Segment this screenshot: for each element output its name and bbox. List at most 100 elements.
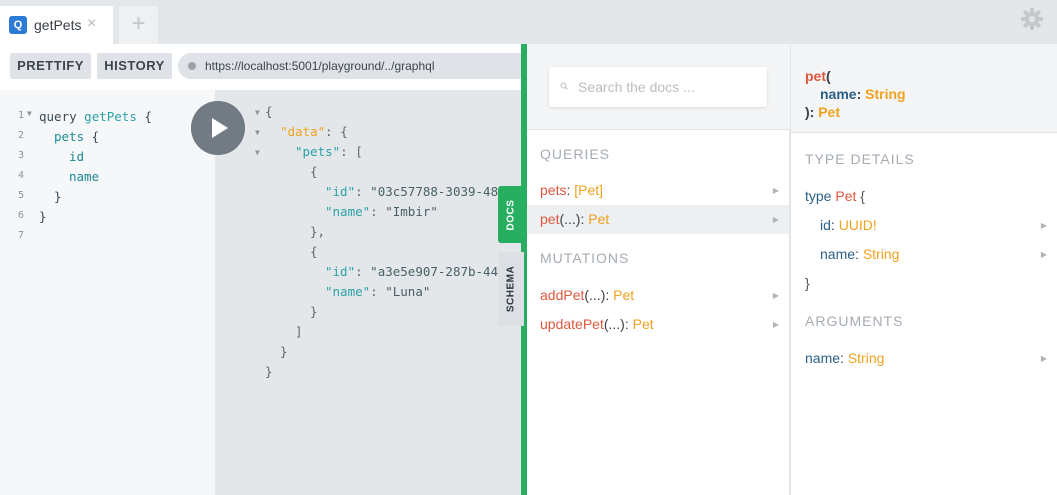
chevron-right-icon: ▶: [772, 291, 779, 300]
argument-item-name[interactable]: name: String ▶: [805, 344, 1057, 373]
field-signature: pet( name: String ): Pet: [791, 44, 1057, 133]
query-editor[interactable]: 1 ▼ query getPets { 2 pets { 3 id 4 name…: [0, 90, 215, 495]
editor-line: 3 id: [0, 147, 215, 167]
type-field-type[interactable]: String: [863, 246, 900, 262]
fold-arrow-icon[interactable]: ▼: [27, 109, 32, 118]
tab-title: getPets: [34, 17, 82, 33]
field-name: pet: [540, 211, 560, 227]
prettify-button[interactable]: PRETTIFY: [10, 53, 91, 79]
json-line: "data": {: [280, 122, 348, 142]
json-punct: : [: [340, 144, 363, 159]
json-line: "pets": [: [295, 142, 363, 162]
query-item-pet[interactable]: pet(...): Pet ▶: [527, 205, 789, 234]
query-item-pets[interactable]: pets: [Pet] ▶: [527, 176, 789, 205]
json-line: "name": "Imbir": [325, 202, 438, 222]
fold-arrow-icon[interactable]: ▼: [255, 148, 260, 157]
queries-title: QUERIES: [540, 146, 611, 162]
json-line: "name": "Luna": [325, 282, 430, 302]
id-value: "a3e5e907-287b-442: [370, 264, 506, 279]
id-value: "03c57788-3039-488: [370, 184, 506, 199]
type-name[interactable]: Pet: [835, 188, 856, 204]
field-type[interactable]: [Pet]: [574, 182, 603, 198]
docs-explorer: QUERIES pets: [Pet] ▶ pet(...): Pet ▶ MU…: [527, 44, 790, 495]
search-icon: [560, 82, 568, 90]
name-value: "Imbir": [385, 204, 438, 219]
docs-search-box[interactable]: [549, 67, 767, 107]
json-punct: :: [355, 184, 371, 199]
field-type[interactable]: Pet: [613, 287, 634, 303]
close-icon[interactable]: ×: [87, 15, 96, 33]
editor-line: 1 ▼ query getPets {: [0, 107, 215, 127]
type-field-type[interactable]: UUID!: [839, 217, 877, 233]
docs-search-area: [527, 44, 790, 130]
json-open: {: [265, 104, 273, 119]
id-key: "id": [325, 264, 356, 279]
line-number: 1: [17, 110, 24, 121]
json-punct: :: [355, 264, 371, 279]
line-number: 4: [17, 170, 24, 181]
chevron-right-icon: ▶: [772, 215, 779, 224]
result-viewer[interactable]: ▼ { ▼ "data": { ▼ "pets": [ { "id": "03c…: [215, 90, 523, 495]
close-brace: }: [39, 209, 47, 224]
name-value: "Luna": [385, 284, 431, 299]
play-icon[interactable]: [191, 101, 245, 155]
json-punct: :: [370, 204, 386, 219]
line-number: 3: [17, 150, 24, 161]
signature-arg-name: name: [820, 86, 857, 102]
close-brace: }: [54, 189, 62, 204]
tab-docs[interactable]: DOCS: [498, 186, 524, 243]
editor-line: 5 }: [0, 187, 215, 207]
field-detail-panel: pet( name: String ): Pet TYPE DETAILS ty…: [791, 44, 1057, 495]
new-tab-button[interactable]: +: [119, 6, 158, 44]
line-number: 2: [17, 130, 24, 141]
mutation-item-addpet[interactable]: addPet(...): Pet ▶: [527, 281, 789, 310]
field-args: (...): [603, 316, 625, 332]
open-brace: {: [144, 109, 152, 124]
json-line: "id": "a3e5e907-287b-442: [325, 262, 506, 282]
query-keyword: query: [39, 109, 77, 124]
type-close: }: [805, 275, 810, 291]
chevron-right-icon: ▶: [772, 186, 779, 195]
chevron-right-icon: ▶: [1040, 250, 1047, 259]
signature-field-name: pet: [805, 68, 826, 84]
type-field-id[interactable]: id: UUID! ▶: [805, 211, 1057, 240]
operation-name: getPets: [84, 109, 137, 124]
type-details-title: TYPE DETAILS: [805, 151, 915, 167]
type-keyword: type: [805, 188, 832, 204]
signature-arg-type[interactable]: String: [865, 86, 905, 102]
settings-gear-icon[interactable]: [1020, 7, 1044, 31]
json-close: },: [310, 224, 326, 239]
docs-search-input[interactable]: [578, 67, 758, 107]
tab-getpets[interactable]: Q getPets ×: [0, 6, 113, 44]
chevron-right-icon: ▶: [1040, 221, 1047, 230]
field-type[interactable]: Pet: [633, 316, 654, 332]
line-number: 6: [17, 210, 24, 221]
playground-root: Q getPets × + PRETTIFY HISTORY https://l…: [0, 0, 1057, 495]
field-name: pets: [540, 182, 567, 198]
endpoint-url-field[interactable]: https://localhost:5001/playground/../gra…: [178, 53, 523, 79]
json-open: {: [310, 244, 318, 259]
json-close: }: [280, 344, 288, 359]
mutation-item-updatepet[interactable]: updatePet(...): Pet ▶: [527, 310, 789, 339]
name-field: name: [69, 169, 100, 184]
fold-arrow-icon[interactable]: ▼: [255, 108, 260, 117]
editor-toolbar: PRETTIFY HISTORY https://localhost:5001/…: [0, 44, 523, 90]
field-type[interactable]: Pet: [588, 211, 609, 227]
data-key: "data": [280, 124, 326, 139]
argument-type[interactable]: String: [848, 350, 885, 366]
json-close: }: [265, 364, 273, 379]
type-field-name[interactable]: name: String ▶: [805, 240, 1057, 269]
chevron-right-icon: ▶: [1040, 354, 1047, 363]
id-field: id: [69, 149, 85, 164]
type-field-name: name: [820, 246, 856, 262]
signature-return-type[interactable]: Pet: [818, 104, 840, 120]
history-button[interactable]: HISTORY: [97, 53, 172, 79]
tab-schema[interactable]: SCHEMA: [498, 252, 524, 326]
schema-tab-label: SCHEMA: [505, 265, 517, 313]
mutations-title: MUTATIONS: [540, 250, 630, 266]
fold-arrow-icon[interactable]: ▼: [255, 128, 260, 137]
name-key: "name": [325, 204, 371, 219]
open-brace: {: [91, 129, 100, 144]
json-open: {: [310, 164, 318, 179]
field-name: updatePet: [540, 316, 604, 332]
